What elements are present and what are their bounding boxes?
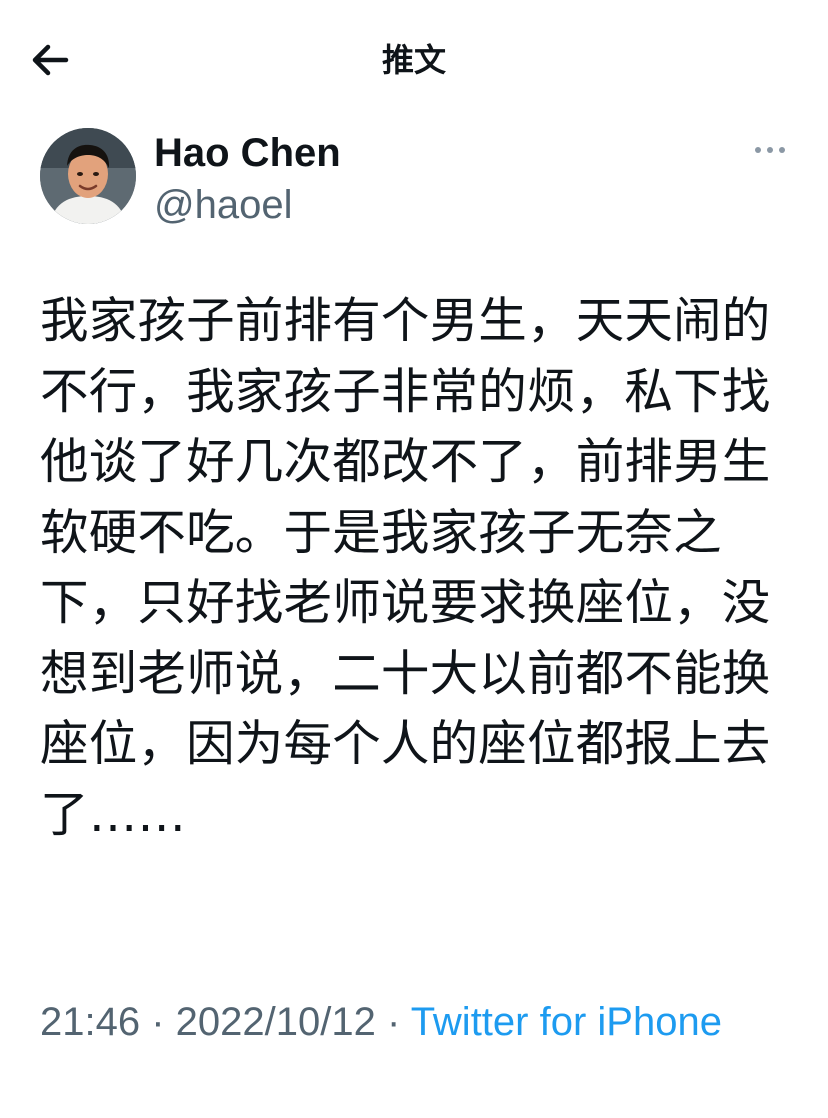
author-display-name[interactable]: Hao Chen bbox=[154, 130, 341, 176]
page-title: 推文 bbox=[381, 41, 446, 79]
tweet-text: 我家孩子前排有个男生，天天闹的不行，我家孩子非常的烦，私下找他谈了好几次都改不了… bbox=[40, 293, 771, 843]
author-handle[interactable]: @haoel bbox=[154, 182, 292, 228]
avatar[interactable] bbox=[40, 128, 136, 224]
tweet-source-link[interactable]: Twitter for iPhone bbox=[411, 1000, 722, 1044]
more-options-button[interactable] bbox=[752, 136, 788, 164]
tweet-time[interactable]: 21:46 bbox=[40, 1000, 140, 1044]
tweet-date[interactable]: 2022/10/12 bbox=[176, 1000, 376, 1044]
meta-separator: · bbox=[140, 1000, 176, 1044]
meta-separator: · bbox=[375, 1000, 411, 1044]
tweet-metadata: 21:46 · 2022/10/12 · Twitter for iPhone bbox=[40, 994, 800, 1050]
more-horizontal-icon bbox=[755, 147, 785, 153]
avatar-image bbox=[40, 128, 136, 224]
tweet-author: Hao Chen @haoel bbox=[40, 128, 800, 228]
top-bar: 推文 bbox=[0, 0, 828, 120]
